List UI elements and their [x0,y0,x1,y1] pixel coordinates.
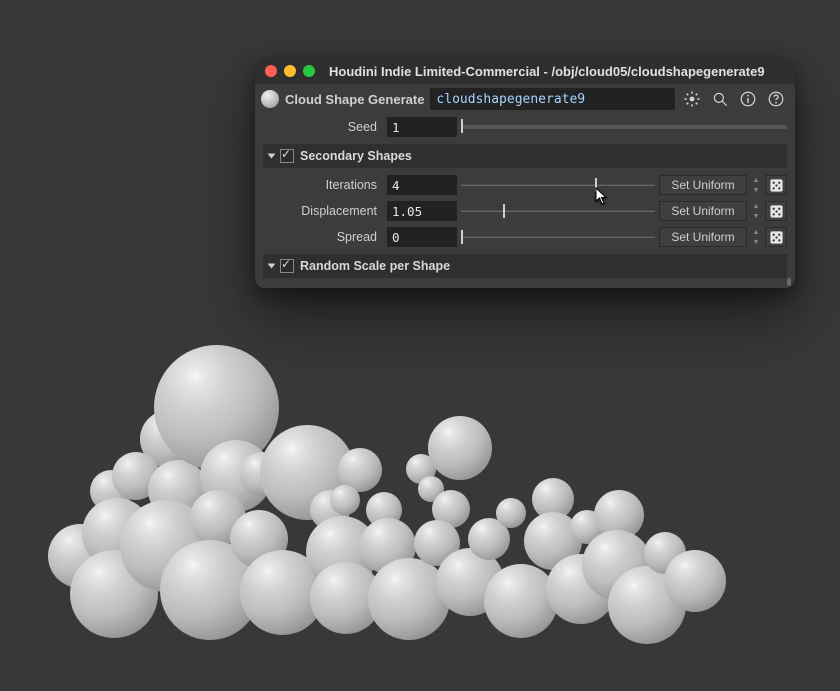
node-path-input[interactable] [430,88,675,110]
chevron-down-icon[interactable] [268,154,276,159]
node-type-icon [261,90,279,108]
displacement-slider[interactable] [461,202,655,220]
zoom-icon[interactable] [303,65,315,77]
stepper[interactable]: ▲▼ [751,201,761,221]
chevron-down-icon[interactable] [268,264,276,269]
secondary-shapes-toggle[interactable] [280,149,294,163]
dice-icon[interactable] [765,227,787,247]
spread-slider[interactable] [461,228,655,246]
stepper[interactable]: ▲▼ [751,175,761,195]
set-uniform-button[interactable]: Set Uniform [659,201,747,221]
random-scale-toggle[interactable] [280,259,294,273]
param-label: Iterations [263,178,383,192]
stepper[interactable]: ▲▼ [751,227,761,247]
info-icon[interactable] [737,88,759,110]
iterations-value-input[interactable] [387,175,457,195]
seed-value-input[interactable] [387,117,457,137]
parameter-panel: Houdini Indie Limited-Commercial - /obj/… [255,58,795,288]
section-secondary-shapes[interactable]: Secondary Shapes [263,144,787,168]
minimize-icon[interactable] [284,65,296,77]
window-title: Houdini Indie Limited-Commercial - /obj/… [329,64,765,79]
search-icon[interactable] [709,88,731,110]
param-iterations: Iterations Set Uniform ▲▼ [255,172,795,198]
param-spread: Spread Set Uniform ▲▼ [255,224,795,250]
spread-value-input[interactable] [387,227,457,247]
displacement-value-input[interactable] [387,201,457,221]
param-displacement: Displacement Set Uniform ▲▼ [255,198,795,224]
section-random-scale[interactable]: Random Scale per Shape [263,254,787,278]
gear-icon[interactable] [681,88,703,110]
param-label: Spread [263,230,383,244]
seed-slider[interactable] [461,118,787,136]
close-icon[interactable] [265,65,277,77]
dice-icon[interactable] [765,175,787,195]
set-uniform-button[interactable]: Set Uniform [659,175,747,195]
cloud-render [30,340,770,680]
param-label: Seed [263,120,383,134]
dice-icon[interactable] [765,201,787,221]
section-label: Secondary Shapes [300,149,412,163]
mouse-cursor [595,187,609,205]
node-type-label: Cloud Shape Generate [285,92,424,107]
panel-scrollbar[interactable] [255,278,795,288]
window-titlebar[interactable]: Houdini Indie Limited-Commercial - /obj/… [255,58,795,84]
param-label: Displacement [263,204,383,218]
iterations-slider[interactable] [461,176,655,194]
set-uniform-button[interactable]: Set Uniform [659,227,747,247]
help-icon[interactable] [765,88,787,110]
param-seed: Seed [255,114,795,140]
section-label: Random Scale per Shape [300,259,450,273]
